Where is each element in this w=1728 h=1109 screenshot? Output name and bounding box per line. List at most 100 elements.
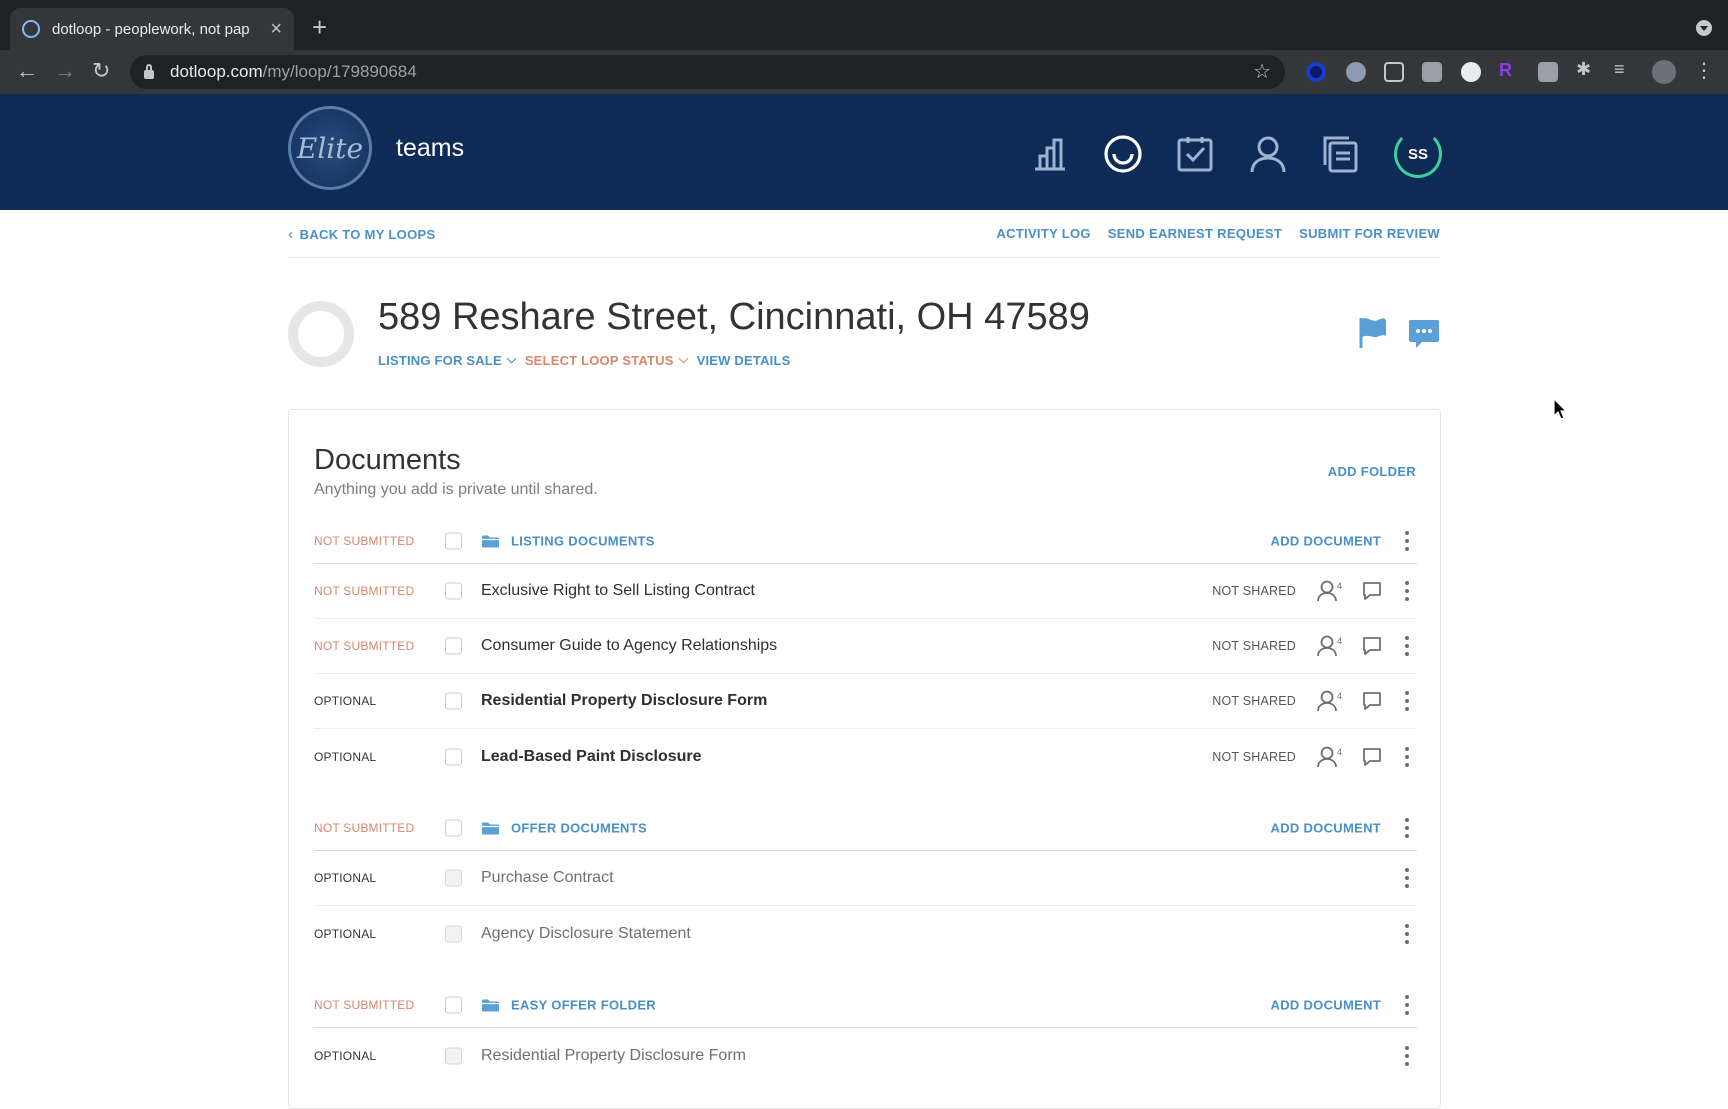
loop-status-dropdown[interactable]: SELECT LOOP STATUS <box>525 353 689 368</box>
document-row[interactable]: OPTIONAL Purchase Contract <box>314 851 1417 906</box>
folder-name[interactable]: EASY OFFER FOLDER <box>511 997 656 1012</box>
templates-stack-icon[interactable] <box>1320 134 1360 174</box>
loops-smile-icon[interactable] <box>1103 134 1143 174</box>
view-details-link[interactable]: VIEW DETAILS <box>697 353 791 368</box>
more-options-icon[interactable] <box>1397 817 1417 839</box>
more-options-icon[interactable] <box>1397 994 1417 1016</box>
extension-r-icon[interactable]: R <box>1499 60 1519 80</box>
document-name[interactable]: Residential Property Disclosure Form <box>481 692 767 710</box>
document-row[interactable]: NOT SUBMITTED Consumer Guide to Agency R… <box>314 619 1417 674</box>
more-options-icon[interactable] <box>1397 690 1417 712</box>
document-name[interactable]: Consumer Guide to Agency Relationships <box>481 637 777 655</box>
extension-facebook-icon[interactable] <box>1538 62 1558 82</box>
tab-close-icon[interactable]: × <box>270 18 282 41</box>
document-checkbox[interactable] <box>445 692 462 710</box>
more-options-icon[interactable] <box>1397 580 1417 602</box>
reports-chart-icon[interactable] <box>1030 134 1070 174</box>
extension-h-icon[interactable] <box>1422 62 1442 82</box>
activity-log-link[interactable]: ACTIVITY LOG <box>996 226 1090 241</box>
document-row[interactable]: NOT SUBMITTED Exclusive Right to Sell Li… <box>314 564 1417 619</box>
document-checkbox[interactable] <box>445 925 462 942</box>
back-arrow-icon[interactable]: ← <box>16 58 38 84</box>
send-earnest-request-link[interactable]: SEND EARNEST REQUEST <box>1108 226 1282 241</box>
mouse-cursor-icon <box>1553 398 1567 420</box>
document-row[interactable]: OPTIONAL Agency Disclosure Statement <box>314 906 1417 961</box>
tab-title: dotloop - peoplework, not pap <box>52 20 250 38</box>
extension-s-icon[interactable] <box>1461 62 1481 82</box>
comment-icon[interactable] <box>1362 581 1382 601</box>
more-options-icon[interactable] <box>1397 867 1417 889</box>
document-checkbox[interactable] <box>445 582 462 600</box>
comment-icon[interactable] <box>1362 636 1382 656</box>
back-to-loops-link[interactable]: BACK TO MY LOOPS <box>288 226 435 244</box>
elite-logo[interactable]: Elite <box>288 106 372 190</box>
folder-checkbox[interactable] <box>445 532 462 549</box>
browser-menu-icon[interactable]: ⋮ <box>1694 58 1714 82</box>
loop-subnav: BACK TO MY LOOPS ACTIVITY LOG SEND EARNE… <box>288 226 1440 258</box>
loop-type-dropdown[interactable]: LISTING FOR SALE <box>378 353 517 368</box>
folder-checkbox[interactable] <box>445 819 462 836</box>
more-options-icon[interactable] <box>1397 746 1417 768</box>
add-folder-link[interactable]: ADD FOLDER <box>1328 464 1416 479</box>
tab-search-icon[interactable] <box>1696 20 1712 36</box>
new-tab-icon[interactable]: + <box>312 12 327 43</box>
shared-status: NOT SHARED <box>1212 694 1296 708</box>
user-avatar[interactable]: SS <box>1394 130 1442 178</box>
participants-icon[interactable]: 4 <box>1317 635 1345 657</box>
folder-checkbox[interactable] <box>445 996 462 1013</box>
document-name[interactable]: Purchase Contract <box>481 869 614 887</box>
comment-icon[interactable] <box>1362 691 1382 711</box>
submit-for-review-link[interactable]: SUBMIT FOR REVIEW <box>1299 226 1440 241</box>
participants-icon[interactable]: 4 <box>1317 690 1345 712</box>
more-options-icon[interactable] <box>1397 635 1417 657</box>
flag-icon[interactable] <box>1358 316 1388 348</box>
svg-text:4: 4 <box>1337 691 1342 701</box>
document-status: OPTIONAL <box>314 694 377 708</box>
bookmark-star-icon[interactable]: ☆ <box>1253 59 1271 84</box>
document-name[interactable]: Residential Property Disclosure Form <box>481 1047 746 1065</box>
folder-icon <box>482 535 499 547</box>
folder-row-listing-documents: NOT SUBMITTED LISTING DOCUMENTS ADD DOCU… <box>314 518 1417 564</box>
document-checkbox[interactable] <box>445 748 462 765</box>
brand-label: teams <box>396 134 465 162</box>
document-row[interactable]: OPTIONAL Residential Property Disclosure… <box>314 674 1417 729</box>
add-document-link[interactable]: ADD DOCUMENT <box>1271 820 1381 835</box>
more-options-icon[interactable] <box>1397 1045 1417 1067</box>
document-row[interactable]: OPTIONAL Residential Property Disclosure… <box>314 1028 1417 1083</box>
extensions-puzzle-icon[interactable]: ✱ <box>1576 59 1596 79</box>
document-checkbox[interactable] <box>445 869 462 887</box>
address-bar[interactable]: dotloop.com/my/loop/179890684 ☆ <box>130 55 1285 89</box>
more-options-icon[interactable] <box>1397 530 1417 552</box>
comment-icon[interactable] <box>1362 747 1382 767</box>
folder-name[interactable]: LISTING DOCUMENTS <box>511 533 655 548</box>
reload-icon[interactable]: ↻ <box>92 58 110 84</box>
folder-row-offer-documents: NOT SUBMITTED OFFER DOCUMENTS ADD DOCUME… <box>314 805 1417 851</box>
document-checkbox[interactable] <box>445 637 462 655</box>
profile-avatar-icon[interactable] <box>1652 60 1676 84</box>
folder-status: NOT SUBMITTED <box>314 533 415 548</box>
extension-circle-icon[interactable] <box>1306 62 1326 82</box>
contacts-person-icon[interactable] <box>1248 134 1288 174</box>
participants-icon[interactable]: 4 <box>1317 746 1345 768</box>
document-name[interactable]: Lead-Based Paint Disclosure <box>481 748 702 766</box>
tasks-checkbox-icon[interactable] <box>1175 134 1215 174</box>
documents-title: Documents <box>314 444 461 476</box>
document-name[interactable]: Exclusive Right to Sell Listing Contract <box>481 582 755 600</box>
media-control-icon[interactable]: ≡ <box>1614 59 1634 79</box>
participants-icon[interactable]: 4 <box>1317 580 1345 602</box>
add-document-link[interactable]: ADD DOCUMENT <box>1271 997 1381 1012</box>
svg-text:4: 4 <box>1337 581 1342 591</box>
document-name[interactable]: Agency Disclosure Statement <box>481 925 691 943</box>
chat-bubble-icon[interactable] <box>1408 318 1440 350</box>
folder-name[interactable]: OFFER DOCUMENTS <box>511 820 647 835</box>
add-document-link[interactable]: ADD DOCUMENT <box>1271 533 1381 548</box>
document-checkbox[interactable] <box>445 1047 462 1064</box>
extension-b-icon[interactable] <box>1384 62 1404 82</box>
forward-arrow-icon[interactable]: → <box>54 58 76 84</box>
browser-tab[interactable]: dotloop - peoplework, not pap × <box>10 8 294 50</box>
extension-me-icon[interactable] <box>1346 62 1366 82</box>
document-status: NOT SUBMITTED <box>314 639 415 653</box>
document-row[interactable]: OPTIONAL Lead-Based Paint Disclosure NOT… <box>314 729 1417 784</box>
loop-title: 589 Reshare Street, Cincinnati, OH 47589 <box>378 296 1090 338</box>
more-options-icon[interactable] <box>1397 923 1417 945</box>
